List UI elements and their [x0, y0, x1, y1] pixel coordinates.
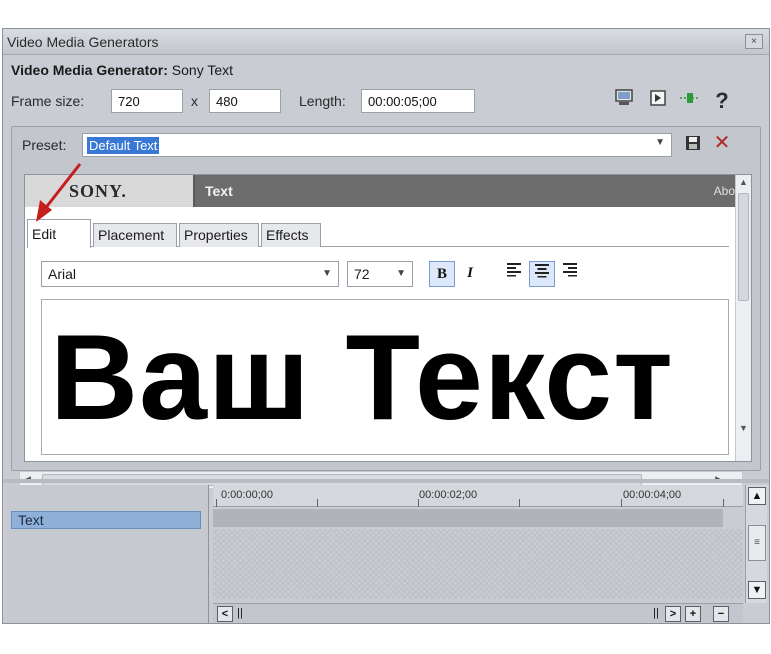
track-list: Text [7, 485, 209, 623]
italic-button[interactable]: I [457, 261, 483, 287]
bold-button[interactable]: B [429, 261, 455, 287]
chevron-down-icon: ▼ [322, 268, 332, 279]
frame-x-label: x [191, 93, 198, 109]
tab-properties[interactable]: Properties [179, 223, 259, 247]
zoom-in-icon[interactable]: + [685, 606, 701, 622]
splitter[interactable] [3, 479, 769, 483]
ruler-tick-label: 0:00:00;00 [221, 489, 273, 501]
align-center-icon[interactable] [529, 261, 555, 287]
ruler-tick [621, 499, 622, 507]
ruler-tick-label: 00:00:02;00 [419, 489, 478, 501]
keyframe-icon[interactable] [679, 89, 701, 113]
font-size-dropdown[interactable]: 72 ▼ [347, 261, 413, 287]
format-toolbar: Arial ▼ 72 ▼ B I [29, 259, 729, 287]
delete-preset-icon[interactable]: ✕ [712, 133, 732, 155]
timeline: Text 0:00:00;00 00:00:02;00 00:00:04;00 … [7, 485, 767, 623]
plugin-title: Text [205, 183, 233, 199]
close-icon[interactable]: × [745, 34, 763, 49]
timeline-vertical-scrollbar[interactable]: ▲ ≡ ▼ [745, 485, 767, 603]
plugin-header: SONY. Text Abo [25, 175, 737, 207]
timeline-scroll-left-icon[interactable]: < [217, 606, 233, 622]
empty-track-area [213, 529, 743, 599]
generator-panel: Preset: Default Text ▼ ✕ SONY. Text Abo … [11, 126, 761, 471]
generator-value: Sony Text [171, 62, 234, 78]
text-edit-area[interactable]: Ваш Текст [41, 299, 729, 455]
frame-height-field[interactable]: 480 [209, 89, 281, 113]
timeline-area: 0:00:00;00 00:00:02;00 00:00:04;00 < || … [213, 485, 743, 623]
annotation-arrow-icon [36, 163, 82, 222]
timeline-bottom-bar: < || || > + − [213, 603, 743, 623]
help-icon[interactable]: ? [711, 89, 733, 113]
ruler-tick [317, 499, 318, 507]
preset-dropdown[interactable]: Default Text ▼ [82, 133, 672, 157]
frame-settings-row: Frame size: 720 x 480 Length: 00:00:05;0… [11, 89, 761, 113]
frame-width-field[interactable]: 720 [111, 89, 183, 113]
about-link[interactable]: Abo [714, 184, 735, 198]
screen-icon[interactable] [613, 89, 635, 113]
chevron-down-icon: ▼ [396, 268, 406, 279]
timeline-scroll-right-icon[interactable]: > [665, 606, 681, 622]
ruler-tick [519, 499, 520, 507]
ruler-tick [723, 499, 724, 507]
font-size-value: 72 [354, 266, 370, 282]
preview-text: Ваш Текст [50, 309, 674, 445]
timeline-scroll-down-icon[interactable]: ▼ [748, 581, 766, 599]
save-preset-icon[interactable] [684, 135, 702, 153]
scroll-up-icon[interactable]: ▲ [739, 177, 748, 187]
timeline-scroll-up-icon[interactable]: ▲ [748, 487, 766, 505]
frame-icon[interactable] [647, 89, 669, 113]
length-label: Length: [299, 93, 346, 109]
timeline-scroll-thumb[interactable]: ≡ [748, 525, 766, 561]
font-value: Arial [48, 266, 77, 282]
scroll-thumb[interactable] [738, 193, 749, 301]
chevron-down-icon: ▼ [655, 137, 665, 148]
track-header-text[interactable]: Text [11, 511, 201, 529]
font-dropdown[interactable]: Arial ▼ [41, 261, 339, 287]
length-field[interactable]: 00:00:05;00 [361, 89, 475, 113]
grip-icon[interactable]: || [651, 606, 661, 622]
time-ruler[interactable]: 0:00:00;00 00:00:02;00 00:00:04;00 [213, 485, 743, 507]
tab-effects[interactable]: Effects [261, 223, 321, 247]
text-plugin: SONY. Text Abo Edit Placement Properties… [24, 174, 752, 462]
text-event-clip[interactable] [213, 509, 723, 527]
ruler-tick-label: 00:00:04;00 [623, 489, 682, 501]
plugin-vertical-scrollbar[interactable]: ▲ ▼ [735, 175, 751, 461]
grip-icon[interactable]: || [235, 606, 245, 622]
ruler-tick [216, 499, 217, 507]
align-right-icon[interactable] [557, 261, 583, 287]
scroll-down-icon[interactable]: ▼ [739, 423, 748, 433]
align-left-icon[interactable] [501, 261, 527, 287]
zoom-out-icon[interactable]: − [713, 606, 729, 622]
ruler-tick [418, 499, 419, 507]
plugin-tabs: Edit Placement Properties Effects [27, 219, 729, 248]
